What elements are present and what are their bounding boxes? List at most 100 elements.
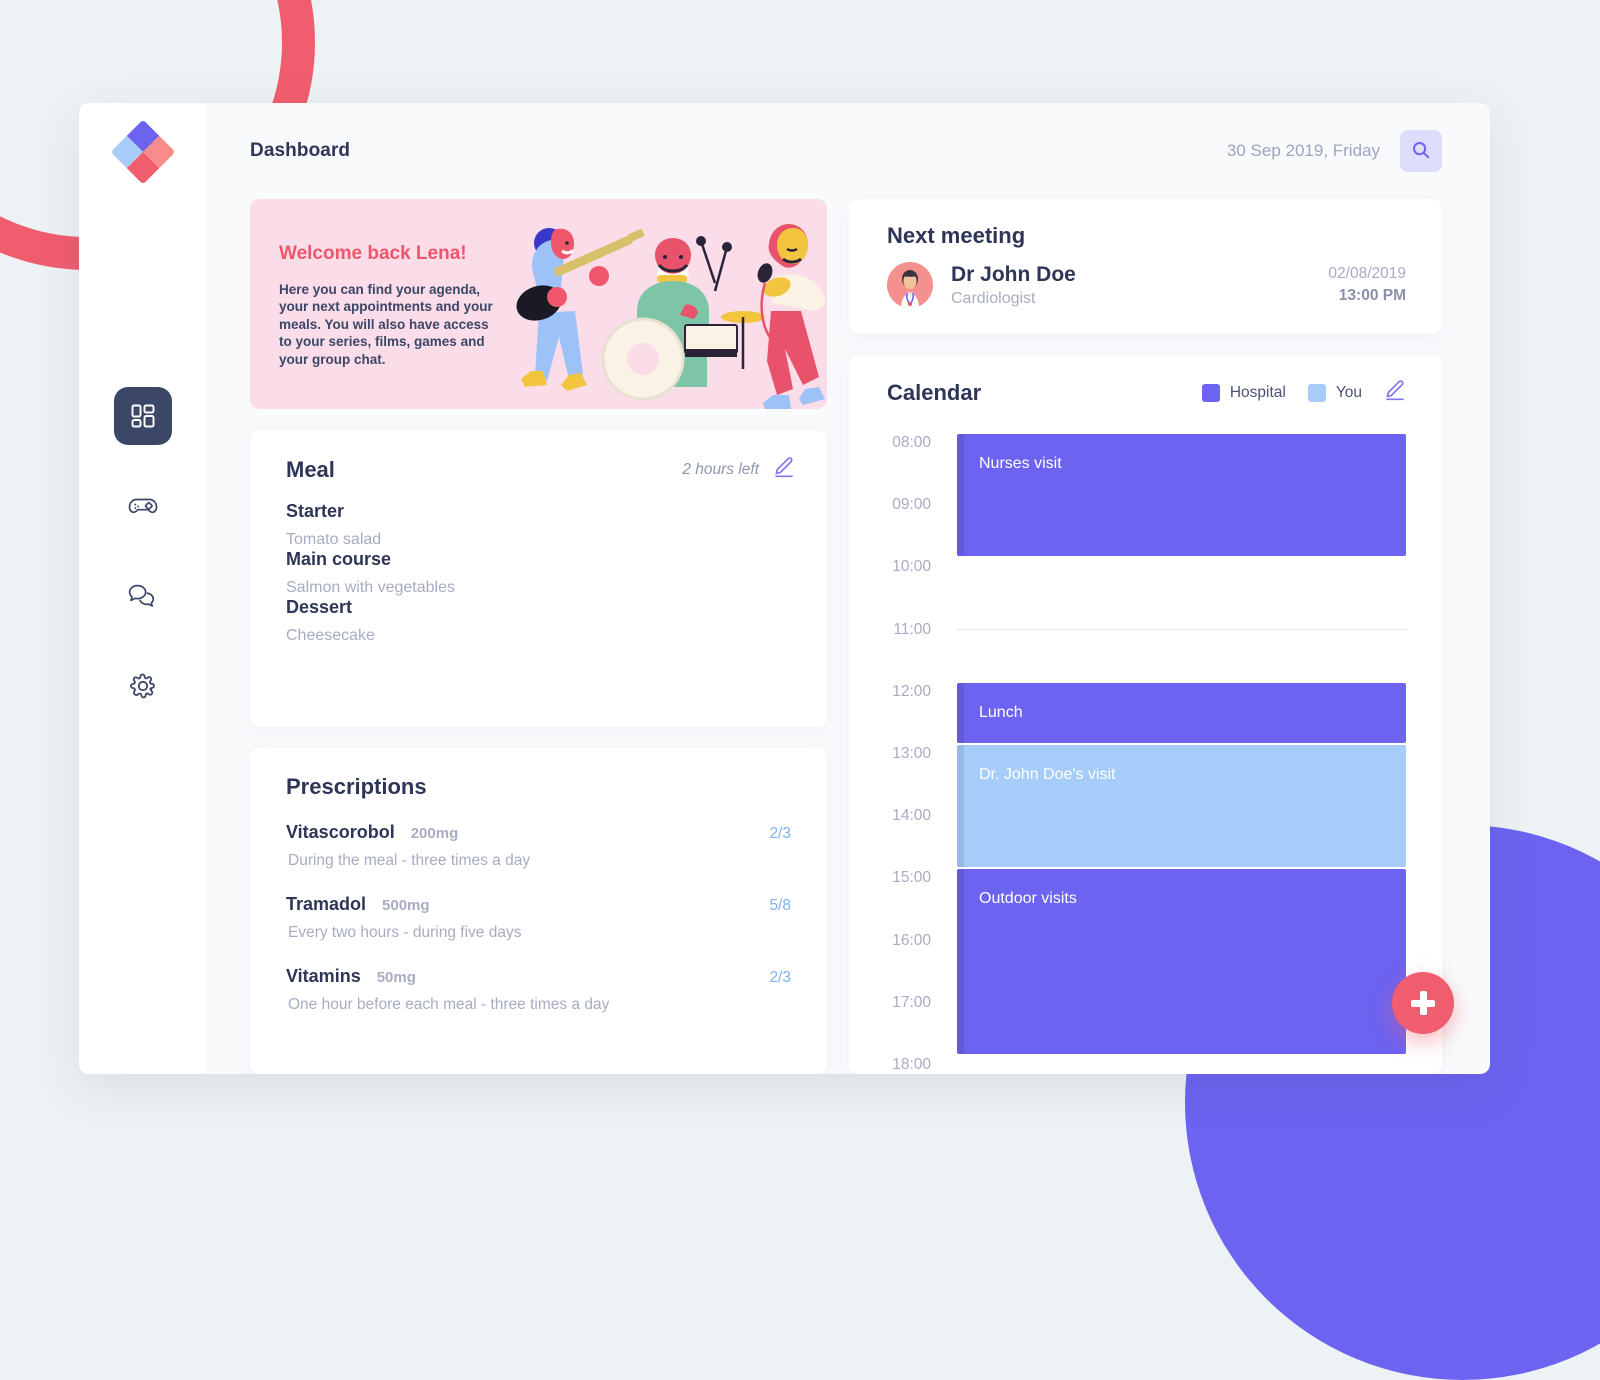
- calendar-event[interactable]: Outdoor visits: [957, 869, 1406, 1054]
- calendar-event[interactable]: Lunch: [957, 683, 1406, 743]
- topbar-right: 30 Sep 2019, Friday: [1227, 130, 1442, 172]
- legend-item-hospital: Hospital: [1202, 384, 1286, 402]
- calendar-hour-label: 17:00: [849, 994, 931, 1012]
- meeting-schedule: 02/08/2019 13:00 PM: [1328, 265, 1406, 305]
- prescription-name: Vitamins: [286, 966, 361, 987]
- page-title: Dashboard: [250, 140, 350, 162]
- meal-course-name: Starter: [286, 501, 791, 522]
- topbar: Dashboard 30 Sep 2019, Friday: [250, 103, 1442, 199]
- meeting-doctor-name: Dr John Doe: [951, 263, 1076, 287]
- calendar-legend: Hospital You: [1202, 379, 1406, 406]
- band-playing-music-illustration: [487, 199, 827, 409]
- next-meeting-title: Next meeting: [887, 223, 1442, 249]
- prescription-row[interactable]: Vitascorobol 200mg 2/3 During the meal -…: [286, 822, 791, 870]
- prescriptions-title: Prescriptions: [286, 774, 427, 800]
- calendar-event[interactable]: Dr. John Doe's visit: [957, 745, 1406, 867]
- next-meeting-row[interactable]: Dr John Doe Cardiologist 02/08/2019 13:0…: [849, 249, 1442, 308]
- meal-title: Meal: [286, 457, 335, 483]
- meeting-person: Dr John Doe Cardiologist: [951, 263, 1076, 308]
- meal-row: Main course Salmon with vegetables: [286, 549, 791, 597]
- right-column: Next meeting: [849, 199, 1442, 1074]
- calendar-hour-label: 13:00: [849, 745, 931, 763]
- prescription-note: Every two hours - during five days: [288, 924, 791, 942]
- welcome-text: Welcome back Lena! Here you can find you…: [250, 199, 500, 409]
- calendar-hour-label: 09:00: [849, 496, 931, 514]
- prescription-note: One hour before each meal - three times …: [288, 996, 791, 1014]
- prescriptions-card-header: Prescriptions: [250, 748, 827, 800]
- calendar-hour-label: 12:00: [849, 683, 931, 701]
- gamepad-icon: [127, 494, 159, 518]
- add-button[interactable]: [1392, 972, 1454, 1034]
- legend-swatch-hospital: [1202, 384, 1220, 402]
- calendar-hour-label: 10:00: [849, 558, 931, 576]
- calendar-event[interactable]: Nurses visit: [957, 434, 1406, 556]
- meal-header-right: 2 hours left: [682, 456, 795, 483]
- calendar-body: 08:00 09:00 10:00 11:00 12:00 13:00 14:00 15:00…: [849, 422, 1442, 1074]
- app-logo-diamond-icon[interactable]: [110, 119, 175, 184]
- sidebar-item-games[interactable]: [114, 477, 172, 535]
- calendar-card: Calendar Hospital You: [849, 355, 1442, 1074]
- prescription-count: 5/8: [769, 897, 791, 915]
- dashboard-grid-icon: [130, 403, 156, 429]
- prescription-note: During the meal - three times a day: [288, 852, 791, 870]
- meal-course-name: Dessert: [286, 597, 791, 618]
- prescription-row[interactable]: Tramadol 500mg 5/8 Every two hours - dur…: [286, 894, 791, 942]
- app-window: Dashboard 30 Sep 2019, Friday Welcome: [79, 103, 1490, 1074]
- meal-card: Meal 2 hours left: [250, 430, 827, 727]
- meal-list: Starter Tomato salad Main course Salmon …: [250, 483, 827, 645]
- prescription-name: Vitascorobol: [286, 822, 395, 843]
- legend-label-you: You: [1336, 384, 1362, 402]
- prescription-count: 2/3: [769, 969, 791, 987]
- prescription-row[interactable]: Vitamins 50mg 2/3 One hour before each m…: [286, 966, 791, 1014]
- calendar-hour-label: 16:00: [849, 932, 931, 950]
- calendar-edit-pencil-icon[interactable]: [1384, 379, 1406, 406]
- legend-item-you: You: [1308, 384, 1362, 402]
- calendar-hour-label: 18:00: [849, 1056, 931, 1074]
- next-meeting-header: Next meeting: [849, 199, 1442, 249]
- meal-row: Starter Tomato salad: [286, 501, 791, 549]
- main-content: Dashboard 30 Sep 2019, Friday Welcome: [206, 103, 1490, 1074]
- meeting-time: 13:00 PM: [1328, 287, 1406, 305]
- calendar-hour-label: 14:00: [849, 807, 931, 825]
- prescription-dose: 50mg: [377, 969, 416, 986]
- doctor-avatar: [887, 262, 933, 308]
- meal-course-item: Salmon with vegetables: [286, 579, 791, 597]
- welcome-banner: Welcome back Lena! Here you can find you…: [250, 199, 827, 409]
- gear-icon: [129, 672, 157, 700]
- calendar-events: Nurses visit LunchDr. John Doe's visitOut…: [957, 422, 1406, 1074]
- chat-bubbles-icon: [128, 583, 158, 609]
- sidebar-item-dashboard[interactable]: [114, 387, 172, 445]
- sidebar-item-chat[interactable]: [114, 567, 172, 625]
- calendar-title: Calendar: [887, 380, 981, 406]
- prescription-dose: 200mg: [411, 825, 459, 842]
- meeting-doctor-role: Cardiologist: [951, 290, 1076, 308]
- calendar-hour-label: 15:00: [849, 869, 931, 887]
- next-meeting-card: Next meeting: [849, 199, 1442, 334]
- left-column: Welcome back Lena! Here you can find you…: [250, 199, 827, 1074]
- meeting-date: 02/08/2019: [1328, 265, 1406, 283]
- search-icon: [1411, 140, 1431, 163]
- welcome-body: Here you can find your agenda, your next…: [279, 281, 500, 368]
- prescription-name: Tramadol: [286, 894, 366, 915]
- search-button[interactable]: [1400, 130, 1442, 172]
- meal-edit-pencil-icon[interactable]: [773, 456, 795, 483]
- meal-course-item: Tomato salad: [286, 531, 791, 549]
- calendar-hour-label: 08:00: [849, 434, 931, 452]
- current-date: 30 Sep 2019, Friday: [1227, 141, 1380, 161]
- meal-course-name: Main course: [286, 549, 791, 570]
- sidebar: [79, 103, 206, 1074]
- welcome-title: Welcome back Lena!: [279, 243, 500, 265]
- prescriptions-card: Prescriptions Vitascorobol 200mg 2/3 Dur…: [250, 748, 827, 1074]
- prescription-dose: 500mg: [382, 897, 430, 914]
- legend-swatch-you: [1308, 384, 1326, 402]
- legend-label-hospital: Hospital: [1230, 384, 1286, 402]
- meal-row: Dessert Cheesecake: [286, 597, 791, 645]
- sidebar-nav: [114, 387, 172, 715]
- prescriptions-list: Vitascorobol 200mg 2/3 During the meal -…: [250, 800, 827, 1014]
- meal-course-item: Cheesecake: [286, 627, 791, 645]
- dashboard-columns: Welcome back Lena! Here you can find you…: [250, 199, 1442, 1074]
- sidebar-item-settings[interactable]: [114, 657, 172, 715]
- calendar-hour-label: 11:00: [849, 621, 931, 639]
- calendar-header: Calendar Hospital You: [849, 355, 1442, 406]
- prescription-count: 2/3: [769, 825, 791, 843]
